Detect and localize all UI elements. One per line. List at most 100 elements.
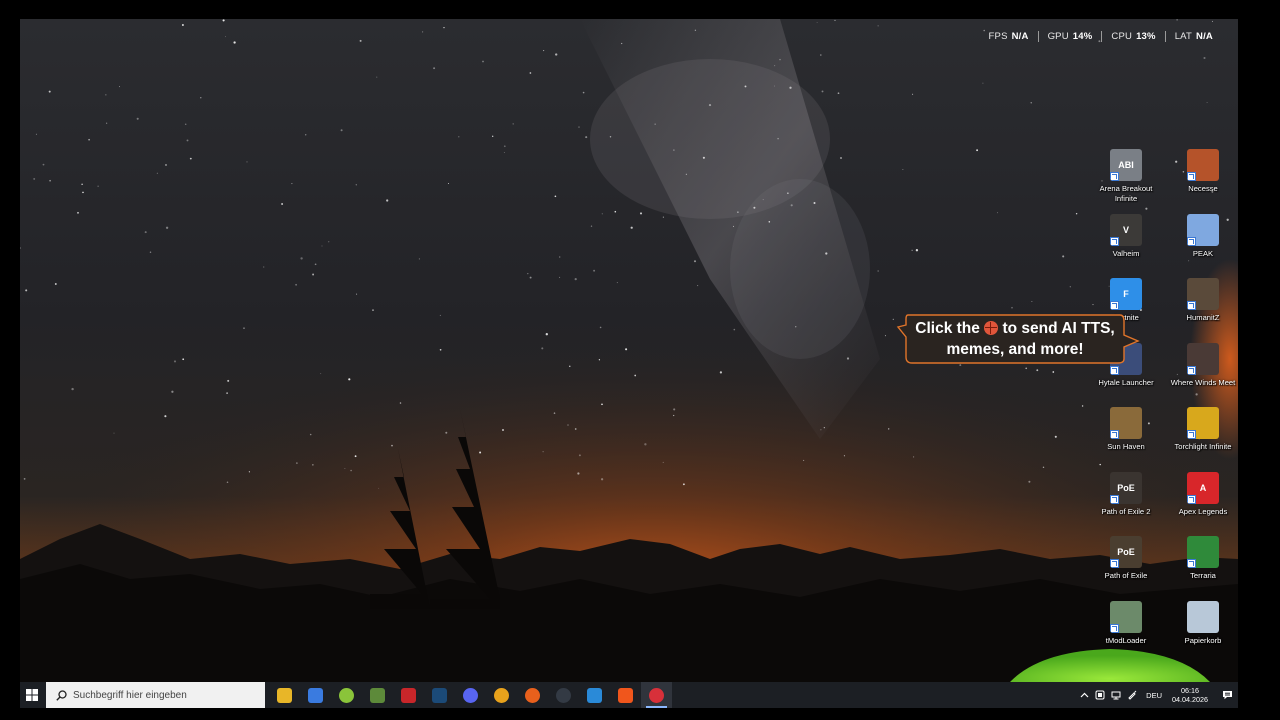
desktop-icon-path-of-exile[interactable]: PoE Path of Exile	[1088, 536, 1164, 581]
app-icon	[1187, 536, 1219, 568]
taskbar-app-discord[interactable]	[455, 682, 486, 708]
star	[48, 90, 51, 93]
star	[816, 22, 818, 24]
star	[820, 429, 822, 431]
input-language[interactable]: DEU	[1146, 691, 1162, 700]
star	[601, 213, 603, 215]
steam-icon	[432, 687, 447, 703]
taskbar-app-blue-app[interactable]	[579, 682, 610, 708]
desktop-icon-label: HumanitZ	[1186, 313, 1220, 322]
star	[445, 431, 448, 434]
taskbar-app-firefox[interactable]	[517, 682, 548, 708]
overlay-stat-fps: FPS N/A	[980, 31, 1038, 42]
star	[600, 478, 604, 481]
desktop-icon-sun-haven[interactable]: Sun Haven	[1088, 407, 1164, 452]
shortcut-arrow-icon	[1110, 301, 1119, 310]
star	[433, 67, 436, 70]
taskbar-app-chrome[interactable]	[486, 682, 517, 708]
taskbar-pinned-apps	[269, 682, 672, 708]
star	[1176, 19, 1178, 21]
star	[399, 402, 402, 404]
overlay-stat-value: N/A	[1011, 31, 1029, 42]
network-icon[interactable]	[1108, 690, 1124, 700]
star	[359, 39, 362, 42]
desktop-icon-label: Apex Legends	[1178, 506, 1228, 516]
star	[569, 365, 571, 367]
pen-icon[interactable]	[1124, 690, 1140, 700]
star	[542, 451, 544, 453]
star	[458, 136, 460, 138]
taskbar-search-box[interactable]	[46, 682, 265, 708]
desktop-icon-torchlight-infinite[interactable]: Torchlight Infinite	[1165, 407, 1238, 452]
star	[184, 123, 187, 125]
shortcut-arrow-icon	[1187, 365, 1196, 375]
desktop-icon-where-winds-meet[interactable]: Where Winds Meet	[1165, 342, 1238, 388]
desktop-icon-tmodloader[interactable]: tModLoader	[1088, 600, 1164, 646]
start-button[interactable]	[22, 682, 42, 708]
star	[106, 122, 108, 124]
star	[774, 85, 775, 87]
taskbar-app-brave[interactable]	[610, 682, 641, 708]
chevron-up-icon[interactable]	[1076, 692, 1092, 698]
star	[344, 468, 346, 469]
app-icon	[1187, 342, 1219, 375]
notification-icon[interactable]	[1216, 690, 1238, 700]
desktop-icon-terraria[interactable]: Terraria	[1165, 536, 1238, 581]
taskbar-app-android-app[interactable]	[331, 682, 362, 708]
star	[768, 221, 771, 223]
star	[1031, 300, 1033, 302]
star	[503, 152, 505, 153]
star	[762, 199, 764, 201]
tray-app-icon[interactable]	[1092, 690, 1108, 700]
star	[545, 333, 548, 336]
taskbar-app-minecraft[interactable]	[362, 682, 393, 708]
star	[226, 392, 228, 394]
desktop-icon-humanitz[interactable]: HumanitZ	[1165, 278, 1238, 323]
taskbar-app-game-app[interactable]	[393, 682, 424, 708]
star	[391, 444, 393, 447]
overlay-stat-value: 13%	[1136, 31, 1156, 42]
star	[585, 136, 588, 139]
desktop-icon-peak[interactable]: PEAK	[1165, 213, 1238, 259]
star	[527, 273, 529, 275]
star	[233, 41, 236, 44]
star	[1203, 56, 1206, 60]
star	[182, 358, 185, 361]
star	[820, 54, 822, 56]
desktop-icon-valheim[interactable]: V Valheim	[1088, 213, 1164, 259]
taskbar-app-overlay-app[interactable]	[641, 682, 672, 708]
taskbar-app-speedometer[interactable]	[548, 682, 579, 708]
desktop-icon-papierkorb[interactable]: Papierkorb	[1165, 600, 1238, 646]
star	[708, 104, 712, 107]
star	[305, 134, 307, 136]
basketball-icon[interactable]	[984, 321, 999, 335]
star	[314, 263, 317, 266]
taskbar-app-steam[interactable]	[424, 682, 455, 708]
star	[156, 172, 158, 174]
search-input[interactable]	[67, 689, 253, 701]
star	[662, 216, 664, 218]
star	[227, 379, 230, 382]
desktop-icon-path-of-exile-2[interactable]: PoE Path of Exile 2	[1088, 471, 1164, 517]
star	[295, 283, 297, 286]
star	[733, 225, 734, 227]
shortcut-arrow-icon	[1110, 623, 1119, 633]
star	[378, 487, 380, 489]
taskbar-app-file-explorer[interactable]	[269, 682, 300, 708]
star	[543, 50, 545, 52]
desktop-icon-arena-breakout-infinite[interactable]: ABI Arena Breakout Infinite	[1088, 149, 1164, 203]
star	[171, 390, 174, 393]
taskbar-app-microsoft-store[interactable]	[300, 682, 331, 708]
star	[554, 195, 557, 198]
star	[846, 357, 850, 360]
app-icon: A	[1187, 471, 1219, 504]
star	[625, 348, 628, 351]
desktop-icon-necesse[interactable]: Necesse	[1165, 149, 1238, 194]
send-ai-tts-tooltip[interactable]: Click the to send AI TTS, memes, and mor…	[896, 313, 1140, 365]
desktop-icon-label: PEAK	[1192, 248, 1214, 258]
app-icon	[1187, 407, 1219, 439]
star	[291, 183, 293, 185]
taskbar-clock[interactable]: 06:16 04.04.2026	[1172, 686, 1208, 704]
desktop-icon-apex-legends[interactable]: A Apex Legends	[1165, 471, 1238, 517]
star	[118, 86, 121, 88]
